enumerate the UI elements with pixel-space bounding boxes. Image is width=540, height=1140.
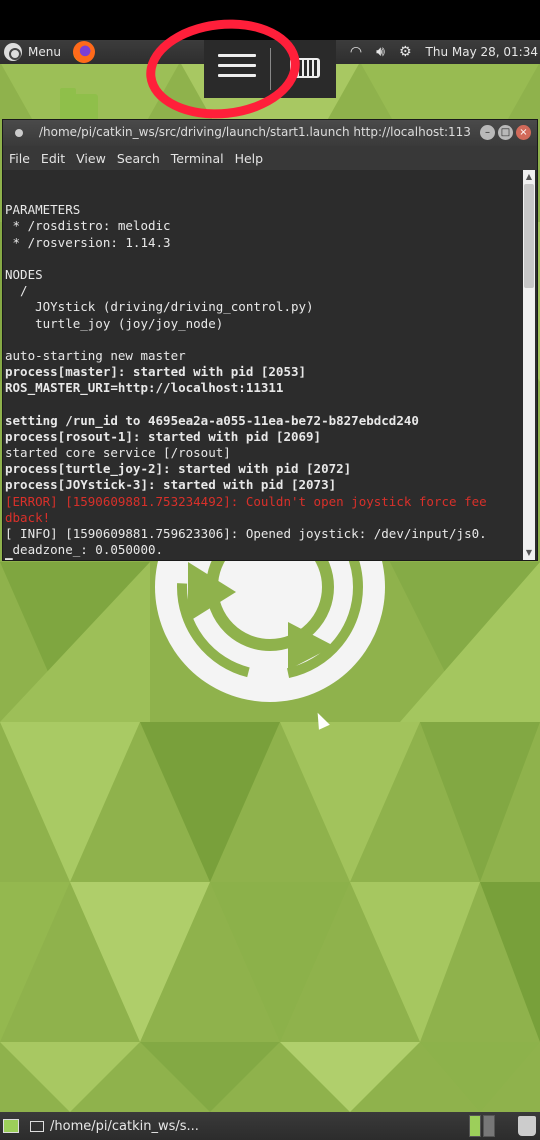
taskbar-label: /home/pi/catkin_ws/s... bbox=[50, 1118, 199, 1134]
wifi-icon[interactable]: ◠ bbox=[350, 44, 362, 60]
terminal-line: NODES bbox=[5, 266, 43, 282]
mate-menu-icon bbox=[4, 43, 22, 61]
terminal-output[interactable]: PARAMETERS * /rosdistro: melodic * /rosv… bbox=[3, 170, 523, 560]
close-icon[interactable]: × bbox=[516, 125, 531, 140]
scroll-up-icon[interactable]: ▲ bbox=[525, 173, 533, 181]
menu-help[interactable]: Help bbox=[235, 151, 264, 166]
menu-view[interactable]: View bbox=[76, 151, 106, 166]
terminal-line: ROS_MASTER_URI=http://localhost:11311 bbox=[5, 380, 284, 396]
terminal-window: /home/pi/catkin_ws/src/driving/launch/st… bbox=[2, 119, 538, 561]
show-desktop-icon[interactable] bbox=[3, 1119, 19, 1133]
volume-icon[interactable]: 🔊︎ bbox=[376, 44, 385, 60]
system-tray: ◠ 🔊︎ ⚙ Thu May 28, 01:34 bbox=[350, 40, 540, 64]
taskbar-terminal-button[interactable]: /home/pi/catkin_ws/s... bbox=[30, 1115, 199, 1137]
firefox-icon[interactable] bbox=[73, 41, 95, 63]
terminal-line: auto-starting new master bbox=[5, 347, 186, 363]
clock[interactable]: Thu May 28, 01:34 bbox=[426, 45, 538, 59]
menu-button[interactable]: Menu bbox=[4, 42, 61, 62]
menu-file[interactable]: File bbox=[9, 151, 30, 166]
terminal-line: [ INFO] [1590609881.759623306]: Opened j… bbox=[5, 525, 487, 541]
scroll-down-icon[interactable]: ▼ bbox=[525, 549, 533, 557]
menu-label: Menu bbox=[28, 45, 61, 59]
maximize-icon[interactable]: □ bbox=[498, 125, 513, 140]
scrollbar-thumb[interactable] bbox=[524, 184, 534, 288]
terminal-line: PARAMETERS bbox=[5, 202, 81, 218]
terminal-line: started core service [/rosout] bbox=[5, 445, 231, 460]
window-controls: – □ × bbox=[480, 125, 531, 140]
menu-terminal[interactable]: Terminal bbox=[171, 151, 224, 166]
menu-search[interactable]: Search bbox=[117, 151, 160, 166]
terminal-line: process[JOYstick-3]: started with pid [2… bbox=[5, 477, 337, 493]
terminal-line: process[rosout-1]: started with pid [206… bbox=[5, 428, 322, 444]
terminal-line: turtle_joy (joy/joy_node) bbox=[5, 315, 224, 331]
terminal-line: deadzone_: 0.050000. bbox=[5, 542, 164, 558]
terminal-line: / bbox=[5, 283, 28, 299]
terminal-window-icon[interactable] bbox=[15, 129, 23, 137]
minimize-icon[interactable]: – bbox=[480, 125, 495, 140]
terminal-line: █ bbox=[5, 558, 523, 560]
terminal-titlebar[interactable]: /home/pi/catkin_ws/src/driving/launch/st… bbox=[3, 120, 537, 146]
workspace-2[interactable] bbox=[483, 1115, 495, 1137]
terminal-line: process[turtle_joy-2]: started with pid … bbox=[5, 461, 352, 477]
terminal-line: dback! bbox=[5, 509, 51, 525]
terminal-scrollbar[interactable]: ▲ ▼ bbox=[523, 170, 535, 560]
workspace-1[interactable] bbox=[469, 1115, 481, 1137]
terminal-line: [ERROR] [1590609881.753234492]: Couldn't… bbox=[5, 493, 487, 509]
terminal-menubar: File Edit View Search Terminal Help bbox=[3, 146, 537, 170]
terminal-line: JOYstick (driving/driving_control.py) bbox=[5, 299, 314, 315]
terminal-line: setting /run_id to 4695ea2a-a055-11ea-be… bbox=[5, 412, 419, 428]
bottom-panel: /home/pi/catkin_ws/s... bbox=[0, 1112, 540, 1140]
terminal-line: * /rosversion: 1.14.3 bbox=[5, 234, 171, 250]
trash-icon[interactable] bbox=[518, 1116, 536, 1136]
menu-edit[interactable]: Edit bbox=[41, 151, 65, 166]
terminal-title: /home/pi/catkin_ws/src/driving/launch/st… bbox=[39, 125, 471, 139]
terminal-task-icon bbox=[30, 1120, 44, 1132]
terminal-line: * /rosdistro: melodic bbox=[5, 218, 171, 234]
terminal-line: process[master]: started with pid [2053] bbox=[5, 364, 307, 380]
gear-icon[interactable]: ⚙ bbox=[399, 44, 412, 60]
